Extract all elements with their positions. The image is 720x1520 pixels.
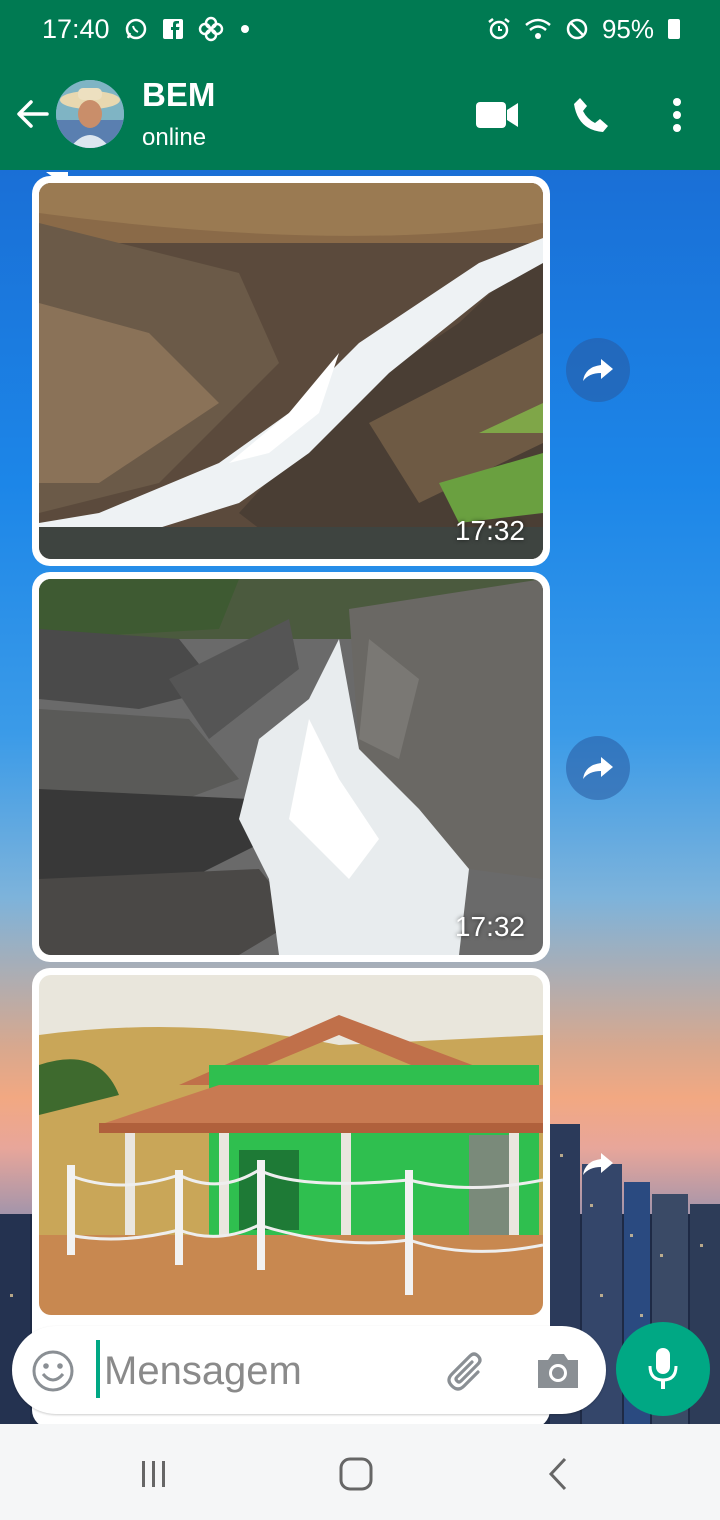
facebook-icon xyxy=(162,18,184,40)
chat-header: BEM online xyxy=(0,58,720,170)
forward-icon xyxy=(583,1153,613,1175)
wifi-icon xyxy=(524,17,552,41)
system-nav-bar xyxy=(0,1424,720,1520)
forward-icon xyxy=(583,757,613,779)
message-compose-bar xyxy=(12,1326,606,1414)
microphone-icon xyxy=(648,1348,678,1389)
forward-button[interactable] xyxy=(566,338,630,402)
waterfall-photo[interactable]: 17:32 xyxy=(39,579,543,955)
video-call-icon xyxy=(476,102,518,128)
back-nav-button[interactable] xyxy=(538,1454,578,1494)
image-message[interactable]: 17:32 xyxy=(32,172,550,566)
back-button[interactable] xyxy=(12,94,52,134)
emoji-icon xyxy=(32,1350,74,1392)
forward-icon xyxy=(583,359,613,381)
chat-background[interactable]: 17:32 17:32 xyxy=(0,170,720,1424)
message-input[interactable] xyxy=(102,1340,436,1402)
do-not-disturb-icon xyxy=(564,16,590,42)
text-cursor xyxy=(96,1340,100,1398)
more-options-button[interactable] xyxy=(654,92,700,138)
status-bar: 17:40 95% xyxy=(0,0,720,58)
alarm-icon xyxy=(486,16,512,42)
home-icon xyxy=(339,1457,373,1491)
message-time: 17:32 xyxy=(454,515,525,546)
whatsapp-icon xyxy=(124,17,148,41)
battery-icon xyxy=(668,19,680,39)
battery-percent: 95% xyxy=(601,13,654,44)
message-time: 17:32 xyxy=(454,911,525,942)
waterfall-photo[interactable]: 17:32 xyxy=(39,183,543,559)
contact-status: online xyxy=(142,124,207,151)
avatar[interactable] xyxy=(56,80,124,148)
attach-button[interactable] xyxy=(444,1346,494,1396)
image-message[interactable]: 17:32 xyxy=(32,572,550,962)
back-arrow-icon xyxy=(17,100,49,128)
paperclip-icon xyxy=(447,1352,482,1391)
microphone-button[interactable] xyxy=(616,1322,710,1416)
recent-apps-icon xyxy=(142,1461,165,1487)
camera-button[interactable] xyxy=(534,1348,582,1394)
status-time: 17:40 xyxy=(42,13,110,44)
recent-apps-button[interactable] xyxy=(134,1454,174,1494)
contact-name[interactable]: BEM xyxy=(142,76,215,114)
green-house-photo[interactable] xyxy=(39,975,543,1315)
video-call-button[interactable] xyxy=(474,92,520,138)
forward-button[interactable] xyxy=(566,1132,630,1196)
camera-icon xyxy=(538,1354,578,1388)
voice-call-button[interactable] xyxy=(568,92,614,138)
voice-call-icon xyxy=(574,98,608,132)
back-icon xyxy=(548,1457,567,1491)
emoji-button[interactable] xyxy=(30,1348,76,1394)
pinwheel-icon xyxy=(198,16,224,42)
dot-icon xyxy=(238,22,252,36)
forward-button[interactable] xyxy=(566,736,630,800)
home-button[interactable] xyxy=(336,1454,376,1494)
more-options-icon xyxy=(673,98,681,132)
